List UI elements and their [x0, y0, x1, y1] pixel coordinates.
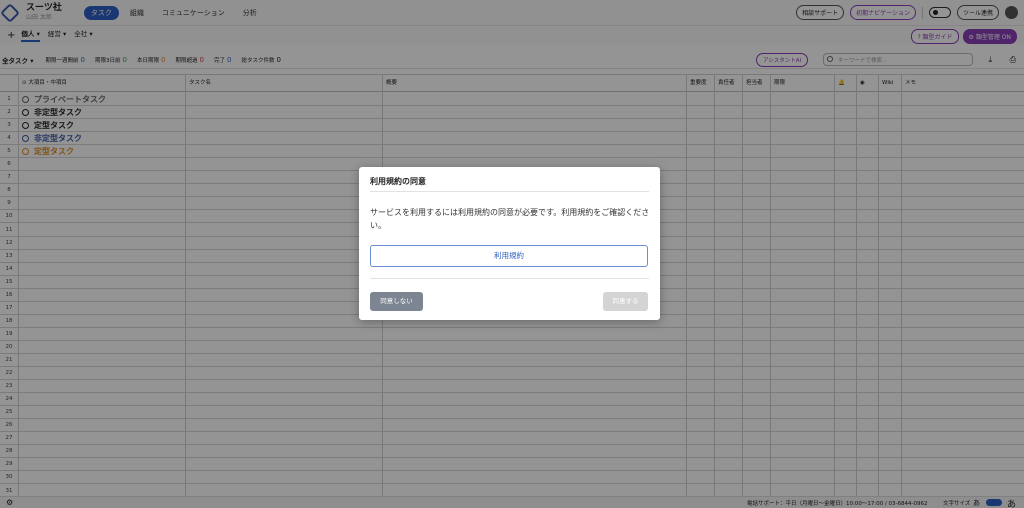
divider — [370, 191, 649, 192]
divider — [370, 278, 649, 279]
agree-button[interactable]: 同意する — [603, 292, 648, 311]
dialog-title: 利用規約の同意 — [370, 177, 426, 186]
decline-button[interactable]: 同意しない — [370, 292, 423, 311]
terms-consent-dialog: 利用規約の同意 サービスを利用するには利用規約の同意が必要です。利用規約をご確認… — [359, 167, 660, 320]
view-terms-button[interactable]: 利用規約 — [370, 245, 648, 267]
dialog-message: サービスを利用するには利用規約の同意が必要です。利用規約をご確認ください。 — [370, 208, 650, 230]
